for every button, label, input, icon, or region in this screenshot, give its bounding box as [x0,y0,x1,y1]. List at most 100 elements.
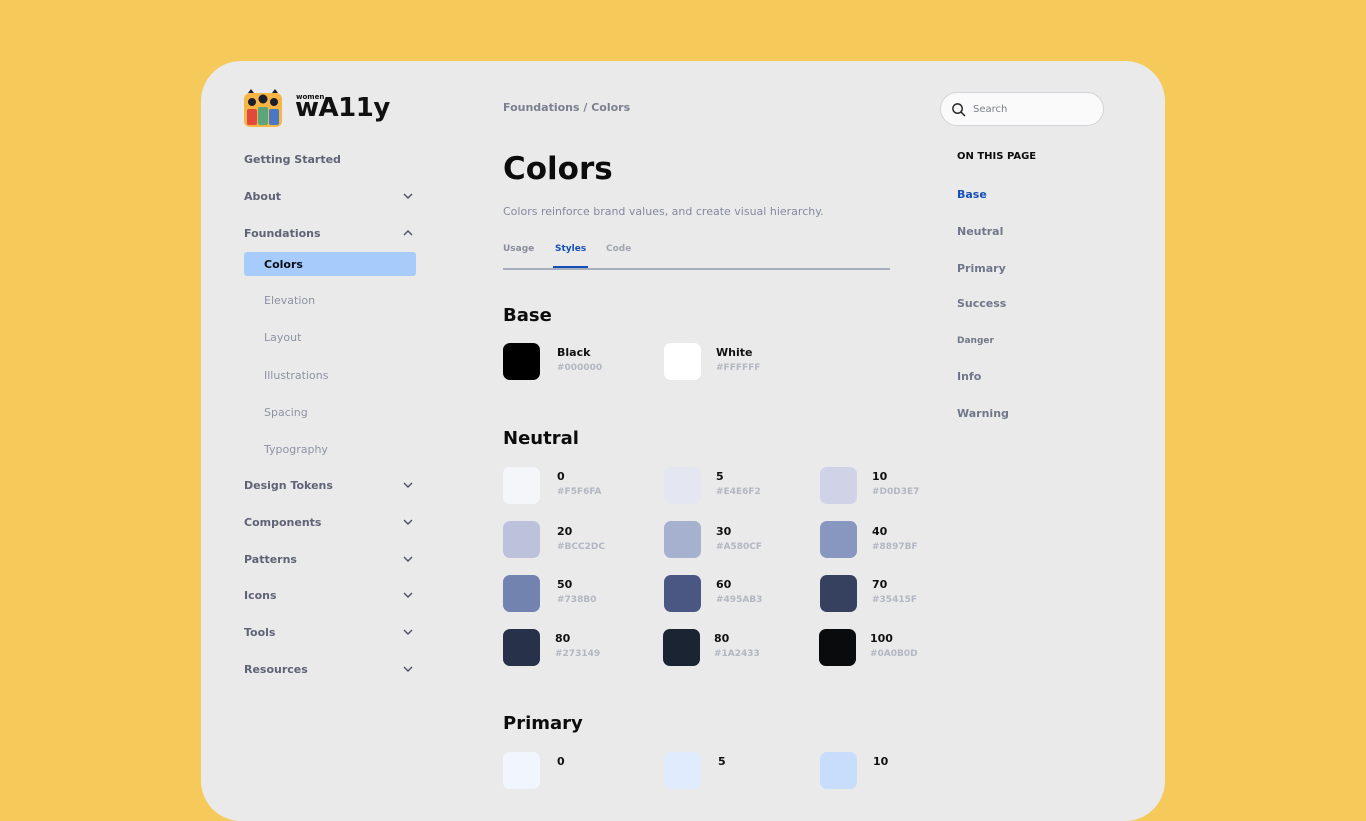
color-swatch[interactable] [664,575,701,612]
chevron-down-icon [403,482,413,488]
sidebar-item-components[interactable]: Components [244,510,416,534]
sidebar-item-label: Icons [244,588,277,602]
sidebar-item-label: Patterns [244,552,297,566]
swatch-name: 30 [716,525,732,538]
sidebar-subitem-colors[interactable]: Colors [244,252,416,276]
swatch-name: 5 [718,755,726,768]
toc-item-warning[interactable]: Warning [957,407,1009,420]
swatch-name: White [716,346,753,359]
swatch-name: 0 [557,470,565,483]
color-swatch[interactable] [503,629,540,666]
tab-code[interactable]: Code [606,244,631,266]
sidebar-subitem-typography[interactable]: Typography [244,437,416,461]
sidebar-item-label: Components [244,515,322,529]
sidebar-item-resources[interactable]: Resources [244,657,416,681]
sidebar-item-about[interactable]: About [244,184,416,208]
swatch-name: 0 [557,755,565,768]
page-title: Colors [503,151,613,187]
swatch-hex: #273149 [555,649,601,659]
toc-item-danger[interactable]: Danger [957,336,994,346]
swatch-hex: #0A0B0D [870,649,918,659]
swatch-hex: #E4E6F2 [716,487,761,497]
swatch-hex: #FFFFFF [716,363,761,373]
swatch-hex: #F5F6FA [557,487,602,497]
color-swatch[interactable] [820,752,857,789]
color-swatch[interactable] [820,575,857,612]
sidebar-subitem-layout[interactable]: Layout [244,325,416,349]
logo-icon [244,89,282,127]
swatch-hex: #738B0 [557,595,597,605]
color-swatch[interactable] [503,467,540,504]
tab-usage[interactable]: Usage [503,244,534,266]
section-heading-primary: Primary [503,713,583,734]
swatch-name: 100 [870,632,893,645]
swatch-name: 50 [557,578,573,591]
color-swatch[interactable] [664,521,701,558]
sidebar-item-foundations[interactable]: Foundations [244,221,416,245]
toc-item-neutral[interactable]: Neutral [957,225,1003,238]
chevron-down-icon [403,193,413,199]
color-swatch[interactable] [820,521,857,558]
search-input[interactable] [971,102,1095,116]
sidebar-item-getting-started[interactable]: Getting Started [244,147,416,171]
swatch-name: 20 [557,525,573,538]
sidebar-item-patterns[interactable]: Patterns [244,547,416,571]
toc-item-base[interactable]: Base [957,188,987,201]
chevron-down-icon [403,519,413,525]
color-swatch[interactable] [664,467,701,504]
sidebar-item-label: Getting Started [244,152,341,166]
chevron-down-icon [403,629,413,635]
color-swatch[interactable] [503,752,540,789]
tab-styles[interactable]: Styles [553,244,589,268]
logo-wordmark: wA11y [295,93,390,123]
color-swatch[interactable] [663,629,700,666]
color-swatch[interactable] [664,343,701,380]
swatch-hex: #A580CF [716,542,763,552]
swatch-hex: #1A2433 [714,649,760,659]
swatch-name: Black [557,346,591,359]
swatch-hex: #495AB3 [716,595,763,605]
search-box[interactable] [940,92,1104,126]
chevron-down-icon [403,592,413,598]
toc-item-primary[interactable]: Primary [957,262,1006,275]
sidebar-item-icons[interactable]: Icons [244,583,416,607]
section-heading-base: Base [503,305,552,326]
section-heading-neutral: Neutral [503,428,579,449]
swatch-name: 80 [714,632,730,645]
toc-item-success[interactable]: Success [957,297,1006,310]
search-icon [952,102,966,116]
swatch-hex: #000000 [557,363,603,373]
color-swatch[interactable] [664,752,701,789]
sidebar-item-tools[interactable]: Tools [244,620,416,644]
chevron-up-icon [403,230,413,236]
swatch-name: 10 [872,470,888,483]
sidebar-subitem-spacing[interactable]: Spacing [244,400,416,424]
color-swatch[interactable] [503,343,540,380]
sidebar-item-label: About [244,189,282,203]
page-subtitle: Colors reinforce brand values, and creat… [503,205,824,218]
toc-heading: ON THIS PAGE [957,151,1037,162]
color-swatch[interactable] [820,467,857,504]
swatch-name: 40 [872,525,888,538]
swatch-hex: #BCC2DC [557,542,605,552]
swatch-hex: #8897BF [872,542,918,552]
sidebar-item-design-tokens[interactable]: Design Tokens [244,473,416,497]
swatch-name: 80 [555,632,571,645]
docs-window: women wA11y Getting Started About Founda… [201,61,1165,821]
color-swatch[interactable] [503,575,540,612]
breadcrumb[interactable]: Foundations / Colors [503,101,630,114]
sidebar-subitem-elevation[interactable]: Elevation [244,288,416,312]
toc-item-info[interactable]: Info [957,370,981,383]
sidebar-item-label: Design Tokens [244,478,333,492]
chevron-down-icon [403,666,413,672]
swatch-name: 5 [716,470,724,483]
sidebar-item-label: Tools [244,625,276,639]
sidebar-subitem-illustrations[interactable]: Illustrations [244,363,416,387]
color-swatch[interactable] [503,521,540,558]
color-swatch[interactable] [819,629,856,666]
swatch-name: 60 [716,578,732,591]
swatch-hex: #35415F [872,595,917,605]
swatch-name: 10 [873,755,889,768]
tab-bar: Usage Styles Code [503,241,890,270]
swatch-name: 70 [872,578,888,591]
